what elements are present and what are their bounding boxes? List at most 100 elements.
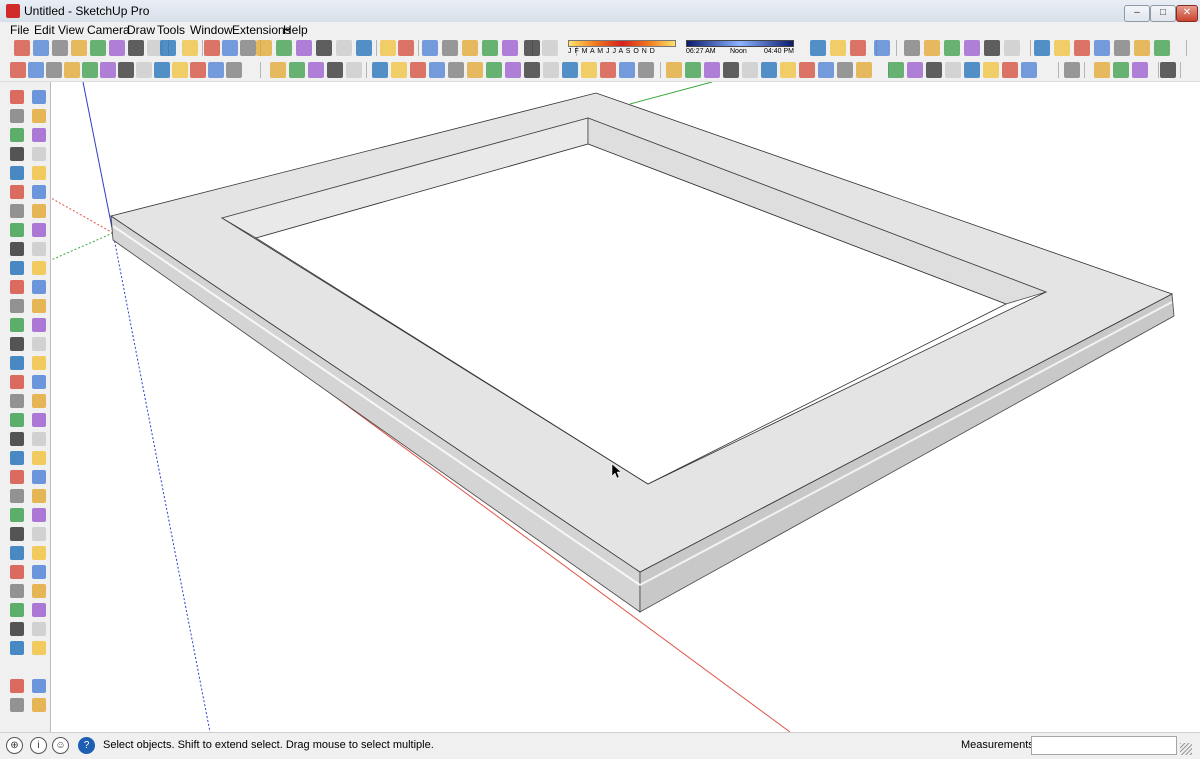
main-tool-icon[interactable] xyxy=(542,40,558,56)
main-tool-icon[interactable] xyxy=(160,40,176,56)
line-icon[interactable] xyxy=(32,280,46,294)
main-tool-icon[interactable] xyxy=(1004,40,1020,56)
tape-measure-icon[interactable] xyxy=(10,204,24,218)
shadow-time-slider[interactable]: 06:27 AM Noon 04:40 PM xyxy=(684,40,796,58)
main-tool-icon[interactable] xyxy=(810,40,826,56)
rotate-icon[interactable] xyxy=(10,166,24,180)
draw-tool-icon[interactable] xyxy=(742,62,758,78)
move-icon[interactable] xyxy=(32,147,46,161)
draw-tool-icon[interactable] xyxy=(619,62,635,78)
paint-bucket-icon[interactable] xyxy=(10,109,24,123)
line-icon[interactable] xyxy=(32,451,46,465)
main-tool-icon[interactable] xyxy=(1074,40,1090,56)
draw-tool-icon[interactable] xyxy=(600,62,616,78)
draw-tool-icon[interactable] xyxy=(486,62,502,78)
select-icon[interactable] xyxy=(10,432,24,446)
scale-icon[interactable] xyxy=(32,337,46,351)
menu-tools[interactable]: Tools xyxy=(157,23,185,37)
close-button[interactable]: ✕ xyxy=(1176,5,1198,22)
main-tool-icon[interactable] xyxy=(944,40,960,56)
draw-tool-icon[interactable] xyxy=(136,62,152,78)
push-pull-icon[interactable] xyxy=(10,185,24,199)
zoom-extents-icon[interactable] xyxy=(10,242,24,256)
draw-tool-icon[interactable] xyxy=(289,62,305,78)
main-tool-icon[interactable] xyxy=(850,40,866,56)
shadow-month-slider[interactable]: J F M A M J J A S O N D xyxy=(566,40,676,58)
draw-tool-icon[interactable] xyxy=(154,62,170,78)
draw-tool-icon[interactable] xyxy=(82,62,98,78)
draw-tool-icon[interactable] xyxy=(837,62,853,78)
draw-tool-icon[interactable] xyxy=(327,62,343,78)
zoom-icon[interactable] xyxy=(32,394,46,408)
arc-icon[interactable] xyxy=(10,147,24,161)
offset-icon[interactable] xyxy=(32,527,46,541)
menu-extensions[interactable]: Extensions xyxy=(232,23,291,37)
draw-tool-icon[interactable] xyxy=(543,62,559,78)
tape-measure-icon[interactable] xyxy=(10,546,24,560)
menu-file[interactable]: File xyxy=(10,23,29,37)
main-tool-icon[interactable] xyxy=(128,40,144,56)
arc-icon[interactable] xyxy=(10,318,24,332)
draw-tool-icon[interactable] xyxy=(467,62,483,78)
draw-tool-icon[interactable] xyxy=(64,62,80,78)
draw-tool-icon[interactable] xyxy=(818,62,834,78)
draw-tool-icon[interactable] xyxy=(856,62,872,78)
main-tool-icon[interactable] xyxy=(904,40,920,56)
draw-tool-icon[interactable] xyxy=(524,62,540,78)
geo-location-icon[interactable]: ⊕ xyxy=(6,737,23,754)
orbit-icon[interactable] xyxy=(32,204,46,218)
line-icon[interactable] xyxy=(32,622,46,636)
select-icon[interactable] xyxy=(10,603,24,617)
main-tool-icon[interactable] xyxy=(204,40,220,56)
main-tool-icon[interactable] xyxy=(924,40,940,56)
maximize-button[interactable]: □ xyxy=(1150,5,1176,22)
main-tool-icon[interactable] xyxy=(502,40,518,56)
draw-tool-icon[interactable] xyxy=(1021,62,1037,78)
credits-icon[interactable]: i xyxy=(30,737,47,754)
draw-tool-icon[interactable] xyxy=(308,62,324,78)
draw-tool-icon[interactable] xyxy=(888,62,904,78)
push-pull-icon[interactable] xyxy=(10,356,24,370)
offset-icon[interactable] xyxy=(32,356,46,370)
draw-tool-icon[interactable] xyxy=(172,62,188,78)
draw-tool-icon[interactable] xyxy=(685,62,701,78)
main-tool-icon[interactable] xyxy=(1154,40,1170,56)
main-tool-icon[interactable] xyxy=(182,40,198,56)
main-tool-icon[interactable] xyxy=(276,40,292,56)
draw-tool-icon[interactable] xyxy=(46,62,62,78)
measurements-input[interactable] xyxy=(1031,736,1177,755)
rotate-icon[interactable] xyxy=(10,698,24,712)
tape-measure-icon[interactable] xyxy=(10,375,24,389)
pan-icon[interactable] xyxy=(10,223,24,237)
zoom-icon[interactable] xyxy=(32,565,46,579)
eraser-icon[interactable] xyxy=(32,90,46,104)
main-tool-icon[interactable] xyxy=(240,40,256,56)
main-tool-icon[interactable] xyxy=(482,40,498,56)
menu-view[interactable]: View xyxy=(58,23,84,37)
scale-icon[interactable] xyxy=(32,698,46,712)
arc-icon[interactable] xyxy=(10,679,24,693)
zoom-extents-icon[interactable] xyxy=(10,584,24,598)
move-icon[interactable] xyxy=(32,679,46,693)
zoom-extents-icon[interactable] xyxy=(10,413,24,427)
draw-tool-icon[interactable] xyxy=(1002,62,1018,78)
main-tool-icon[interactable] xyxy=(52,40,68,56)
draw-tool-icon[interactable] xyxy=(723,62,739,78)
draw-tool-icon[interactable] xyxy=(964,62,980,78)
rectangle-icon[interactable] xyxy=(10,470,24,484)
eraser-icon[interactable] xyxy=(32,432,46,446)
section-plane-icon[interactable] xyxy=(32,584,46,598)
draw-tool-icon[interactable] xyxy=(799,62,815,78)
main-tool-icon[interactable] xyxy=(1114,40,1130,56)
draw-tool-icon[interactable] xyxy=(118,62,134,78)
draw-tool-icon[interactable] xyxy=(581,62,597,78)
main-tool-icon[interactable] xyxy=(14,40,30,56)
draw-tool-icon[interactable] xyxy=(410,62,426,78)
menu-draw[interactable]: Draw xyxy=(127,23,155,37)
draw-tool-icon[interactable] xyxy=(429,62,445,78)
minimize-button[interactable]: – xyxy=(1124,5,1150,22)
rectangle-icon[interactable] xyxy=(10,128,24,142)
menu-window[interactable]: Window xyxy=(190,23,233,37)
main-tool-icon[interactable] xyxy=(356,40,372,56)
draw-tool-icon[interactable] xyxy=(372,62,388,78)
